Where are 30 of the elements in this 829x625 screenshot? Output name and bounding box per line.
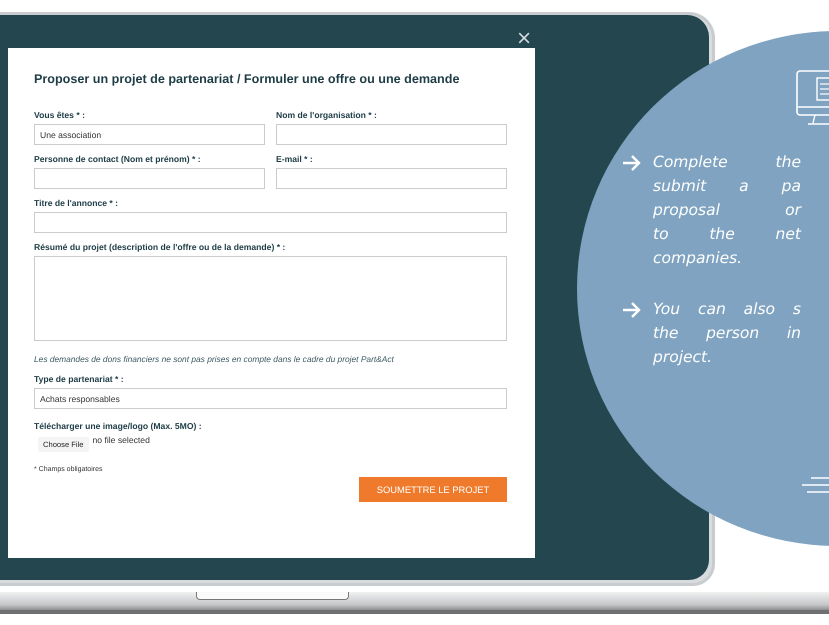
arrow-icon: [622, 155, 641, 171]
dialog-title: Proposer un projet de partenariat / Formuler une offre ou une demande: [34, 72, 460, 86]
close-button[interactable]: ×: [516, 29, 532, 48]
callout-text: submit a pa: [653, 176, 801, 197]
lines-icon: [801, 477, 829, 494]
input-field[interactable]: [276, 168, 507, 189]
textarea-field[interactable]: [34, 256, 507, 341]
input-field[interactable]: [276, 124, 507, 145]
callout-text: Complete the: [653, 152, 801, 173]
callout-text: to the net: [653, 224, 801, 245]
input-field[interactable]: Une association: [34, 124, 265, 145]
form-note: Les demandes de dons financiers ne sont pas prises en compte dans le cadre du projet Part&Act: [34, 354, 395, 364]
callout-text: the person in: [653, 323, 801, 344]
field-label: Télécharger une image/logo (Max. 5MO) :: [34, 421, 203, 431]
callout-text: proposal or: [653, 200, 801, 221]
arrow-icon: [622, 302, 641, 318]
field-label: Personne de contact (Nom et prénom) * :: [34, 154, 202, 164]
input-field[interactable]: [34, 168, 265, 189]
field-label: Résumé du projet (description de l'offre ou de la demande) * :: [34, 242, 286, 252]
callout-text: You can also s: [653, 299, 801, 320]
field-label: Titre de l'annonce * :: [34, 198, 120, 208]
input-field[interactable]: Achats responsables: [34, 388, 507, 409]
field-label: E-mail * :: [276, 154, 314, 164]
field-label: Nom de l'organisation * :: [276, 110, 378, 120]
file-status: no file selected: [92, 435, 150, 445]
callout-text: companies.: [653, 248, 744, 269]
input-field[interactable]: [34, 212, 507, 233]
field-label: Type de partenariat * :: [34, 374, 125, 384]
callout-text: project.: [653, 347, 714, 368]
field-label: Vous êtes * :: [34, 110, 86, 120]
